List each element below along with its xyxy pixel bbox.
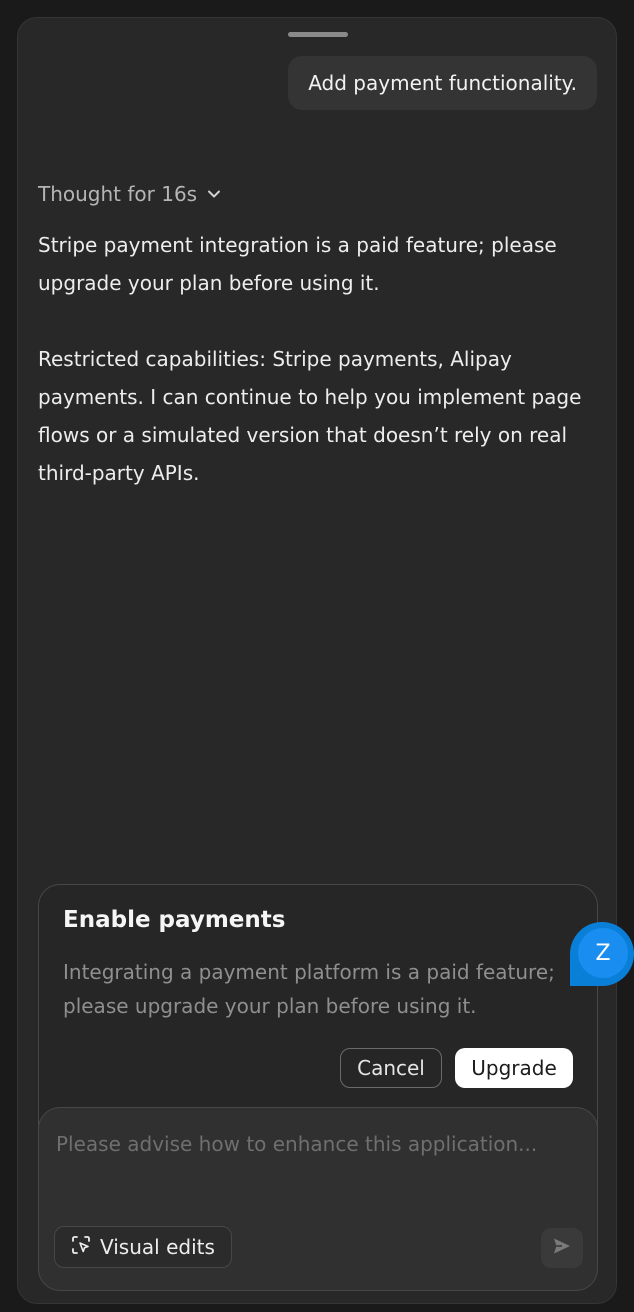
assistant-paragraph: Restricted capabilities: Stripe payments… — [38, 347, 582, 485]
send-button[interactable] — [541, 1228, 583, 1268]
thought-toggle[interactable]: Thought for 16s — [38, 182, 221, 206]
card-description: Integrating a payment platform is a paid… — [63, 960, 555, 1018]
chat-panel: Add payment functionality. Thought for 1… — [17, 17, 617, 1304]
upgrade-button[interactable]: Upgrade — [455, 1048, 573, 1088]
visual-edits-button[interactable]: Visual edits — [54, 1226, 232, 1268]
thought-label: Thought for 16s — [38, 182, 198, 206]
enable-payments-card: Enable payments Integrating a payment pl… — [38, 884, 598, 1291]
send-icon — [552, 1236, 572, 1260]
user-message-text: Add payment functionality. — [308, 71, 577, 95]
drag-handle[interactable] — [288, 32, 348, 37]
cancel-button[interactable]: Cancel — [340, 1048, 442, 1088]
assistant-paragraph: Stripe payment integration is a paid fea… — [38, 233, 557, 295]
visual-edit-icon — [71, 1235, 91, 1260]
message-composer: Please advise how to enhance this applic… — [38, 1107, 598, 1291]
avatar-letter: Z — [578, 928, 628, 978]
floating-avatar-button[interactable]: Z — [570, 922, 634, 986]
chevron-down-icon — [207, 182, 221, 206]
message-input[interactable]: Please advise how to enhance this applic… — [56, 1132, 566, 1156]
visual-edits-label: Visual edits — [100, 1235, 215, 1259]
card-title: Enable payments — [63, 907, 286, 933]
assistant-message: Stripe payment integration is a paid fea… — [38, 226, 603, 492]
user-message-bubble: Add payment functionality. — [288, 56, 597, 110]
